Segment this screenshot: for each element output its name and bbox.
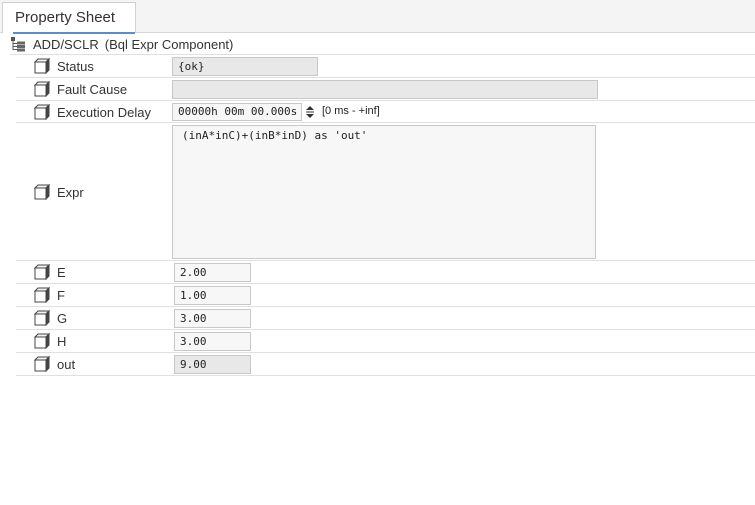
property-row-e: E 2.00 — [16, 261, 755, 284]
g-label: G — [57, 311, 68, 326]
property-row-h: H 3.00 — [16, 330, 755, 353]
out-label: out — [57, 357, 76, 372]
e-input[interactable]: 2.00 — [174, 263, 251, 282]
slot-cube-icon — [34, 184, 50, 200]
property-row-out: out 9.00 — [16, 353, 755, 376]
component-header[interactable]: ADD/SCLR (Bql Expr Component) — [10, 35, 755, 55]
execution-delay-input[interactable]: 00000h 00m 00.000s — [172, 103, 302, 121]
expr-textarea[interactable]: (inA*inC)+(inB*inD) as 'out' — [172, 125, 596, 259]
expr-label: Expr — [57, 185, 84, 200]
execution-delay-range: [0 ms - +inf] — [322, 105, 380, 117]
slot-cube-icon — [34, 264, 50, 280]
slot-cube-icon — [34, 333, 50, 349]
property-row-execution-delay: Execution Delay 00000h 00m 00.000s [0 ms… — [16, 101, 755, 123]
slot-cube-icon — [34, 287, 50, 303]
tab-bar: Property Sheet — [0, 0, 755, 34]
slot-cube-icon — [34, 58, 50, 74]
h-label: H — [57, 334, 67, 349]
property-row-f: F 1.00 — [16, 284, 755, 307]
g-input[interactable]: 3.00 — [174, 309, 251, 328]
h-input[interactable]: 3.00 — [174, 332, 251, 351]
fault-cause-value — [172, 80, 598, 99]
spinner-arrows-icon[interactable] — [305, 105, 315, 119]
component-type: (Bql Expr Component) — [104, 37, 234, 52]
property-row-fault-cause: Fault Cause — [16, 78, 755, 101]
slot-cube-icon — [34, 104, 50, 120]
f-input[interactable]: 1.00 — [174, 286, 251, 305]
component-name: ADD/SCLR — [33, 37, 99, 52]
slot-cube-icon — [34, 81, 50, 97]
e-label: E — [57, 265, 66, 280]
property-row-expr: Expr (inA*inC)+(inB*inD) as 'out' — [16, 123, 755, 261]
tab-label: Property Sheet — [15, 9, 116, 26]
f-label: F — [57, 288, 65, 303]
property-row-status: Status {ok} — [16, 55, 755, 78]
slot-cube-icon — [34, 310, 50, 326]
out-value: 9.00 — [174, 355, 251, 374]
status-value: {ok} — [172, 57, 318, 76]
tab-property-sheet[interactable]: Property Sheet — [2, 2, 136, 34]
execution-delay-label: Execution Delay — [57, 105, 151, 120]
status-label: Status — [57, 59, 94, 74]
fault-cause-label: Fault Cause — [57, 82, 128, 97]
slot-cube-icon — [34, 356, 50, 372]
property-row-g: G 3.00 — [16, 307, 755, 330]
tree-node-icon — [11, 37, 25, 52]
